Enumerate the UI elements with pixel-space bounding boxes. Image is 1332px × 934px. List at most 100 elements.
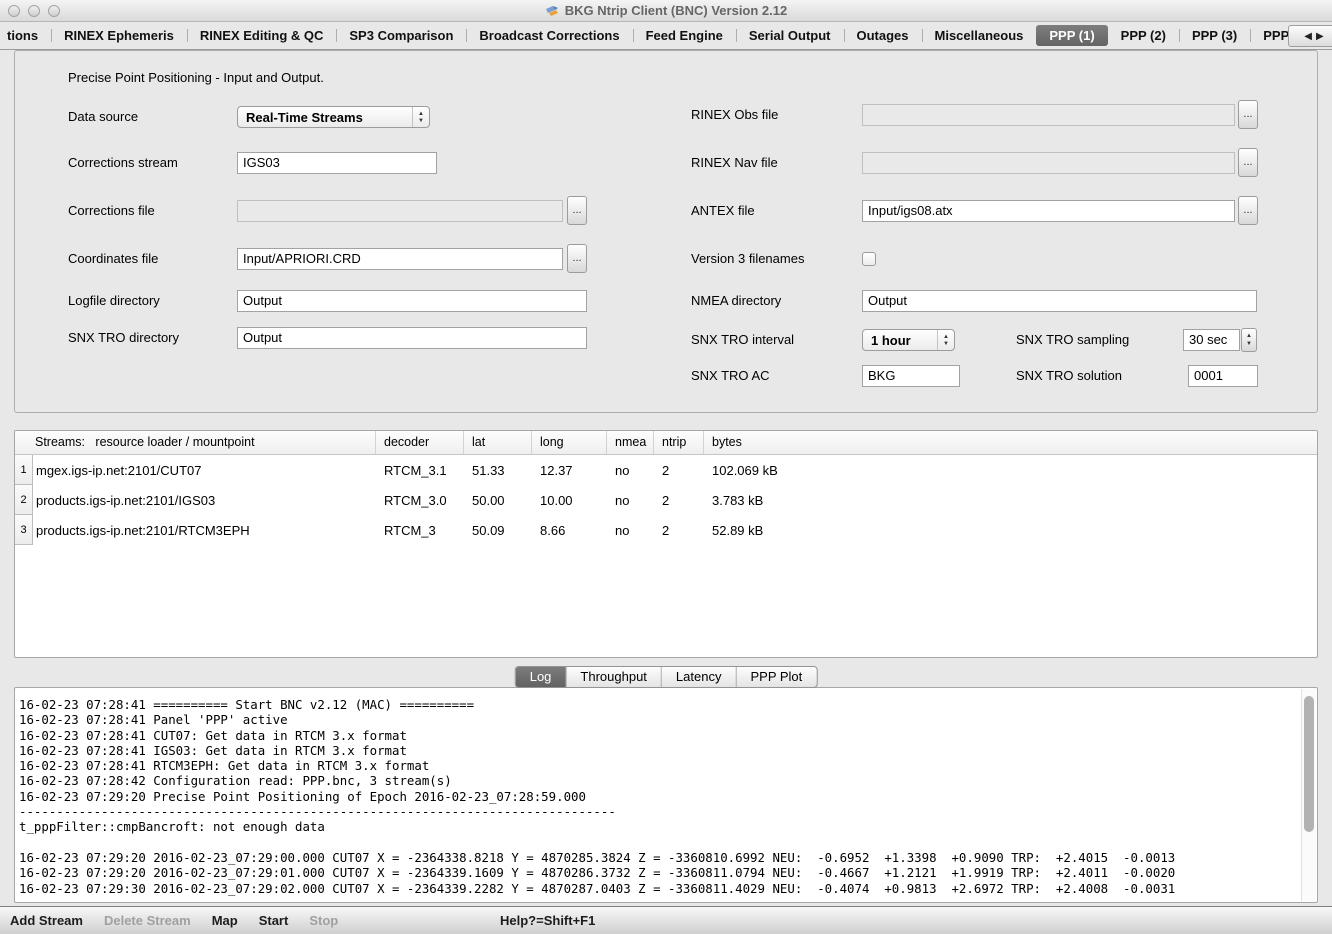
cell-nmea: no <box>607 463 654 478</box>
row-number: 1 <box>15 455 33 485</box>
snx-tro-solution-label: SNX TRO solution <box>1016 365 1122 387</box>
cell-ntrip: 2 <box>654 463 704 478</box>
snx-tro-directory-label: SNX TRO directory <box>68 327 179 349</box>
cell-lat: 50.00 <box>464 493 532 508</box>
antex-file-label: ANTEX file <box>691 200 755 222</box>
nmea-directory-input[interactable]: Output <box>862 290 1257 312</box>
column-header-bytes: bytes <box>704 431 1317 454</box>
traffic-lights <box>8 5 60 17</box>
snx-tro-solution-input[interactable]: 0001 <box>1188 365 1258 387</box>
cell-long: 10.00 <box>532 493 607 508</box>
cell-long: 12.37 <box>532 463 607 478</box>
rinex-nav-file-input[interactable] <box>862 152 1235 174</box>
window-zoom-button[interactable] <box>48 5 60 17</box>
delete-stream-button[interactable]: Delete Stream <box>104 913 191 928</box>
tab-rinex-editing-qc[interactable]: RINEX Editing & QC <box>187 25 337 46</box>
tab-feed-engine[interactable]: Feed Engine <box>633 25 736 46</box>
map-button[interactable]: Map <box>212 913 238 928</box>
snx-tro-sampling-stepper[interactable]: ▲ ▼ <box>1241 328 1257 352</box>
cell-bytes: 102.069 kB <box>704 463 1317 478</box>
corrections-file-input[interactable] <box>237 200 563 222</box>
tab-rinex-ephemeris[interactable]: RINEX Ephemeris <box>51 25 187 46</box>
cell-mountpoint: products.igs-ip.net:2101/RTCM3EPH <box>33 523 376 538</box>
stream-row[interactable]: 2 products.igs-ip.net:2101/IGS03 RTCM_3.… <box>15 485 1317 515</box>
tab-sp3-comparison[interactable]: SP3 Comparison <box>336 25 466 46</box>
tab-log[interactable]: Log <box>516 667 567 687</box>
stepper-down-icon: ▼ <box>1246 341 1252 347</box>
tab-outages[interactable]: Outages <box>844 25 922 46</box>
rinex-nav-file-browse-button[interactable]: ... <box>1238 148 1258 177</box>
cell-ntrip: 2 <box>654 523 704 538</box>
start-button[interactable]: Start <box>259 913 289 928</box>
cell-long: 8.66 <box>532 523 607 538</box>
row-number: 3 <box>15 515 33 545</box>
snx-tro-sampling-input[interactable]: 30 sec <box>1183 329 1240 351</box>
nmea-directory-label: NMEA directory <box>691 290 781 312</box>
cell-bytes: 52.89 kB <box>704 523 1317 538</box>
bottom-toolbar: Add Stream Delete Stream Map Start Stop … <box>0 905 1332 934</box>
stream-row[interactable]: 1 mgex.igs-ip.net:2101/CUT07 RTCM_3.1 51… <box>15 455 1317 485</box>
log-scrollbar-thumb[interactable] <box>1304 696 1314 832</box>
coordinates-file-browse-button[interactable]: ... <box>567 244 587 273</box>
cell-ntrip: 2 <box>654 493 704 508</box>
corrections-file-browse-button[interactable]: ... <box>567 196 587 225</box>
tab-scroll-right-icon[interactable]: ▶ <box>1316 31 1324 42</box>
snx-tro-sampling-label: SNX TRO sampling <box>1016 329 1129 351</box>
title-bar: BKG Ntrip Client (BNC) Version 2.12 <box>0 0 1332 22</box>
tab-serial-output[interactable]: Serial Output <box>736 25 844 46</box>
cell-nmea: no <box>607 493 654 508</box>
tab-miscellaneous[interactable]: Miscellaneous <box>922 25 1037 46</box>
data-source-select[interactable]: Real-Time Streams ▲▼ <box>237 106 430 128</box>
coordinates-file-label: Coordinates file <box>68 248 158 270</box>
stepper-up-icon: ▲ <box>1246 333 1252 339</box>
coordinates-file-input[interactable]: Input/APRIORI.CRD <box>237 248 563 270</box>
antex-file-input[interactable]: Input/igs08.atx <box>862 200 1235 222</box>
rinex-obs-file-browse-button[interactable]: ... <box>1238 100 1258 129</box>
stop-button[interactable]: Stop <box>309 913 338 928</box>
version3-filenames-checkbox[interactable] <box>862 252 876 266</box>
corrections-stream-input[interactable]: IGS03 <box>237 152 437 174</box>
tab-ppp-2[interactable]: PPP (2) <box>1108 25 1179 46</box>
panel-heading: Precise Point Positioning - Input and Ou… <box>68 70 324 85</box>
snx-tro-directory-input[interactable]: Output <box>237 327 587 349</box>
streams-table-header: Streams: resource loader / mountpoint de… <box>15 431 1317 455</box>
streams-table: Streams: resource loader / mountpoint de… <box>14 430 1318 658</box>
rinex-nav-file-label: RINEX Nav file <box>691 152 778 174</box>
version3-filenames-label: Version 3 filenames <box>691 248 804 270</box>
cell-decoder: RTCM_3.0 <box>376 493 464 508</box>
logfile-directory-input[interactable]: Output <box>237 290 587 312</box>
antex-file-browse-button[interactable]: ... <box>1238 196 1258 225</box>
tab-options[interactable]: tions <box>2 25 51 46</box>
tab-ppp-3[interactable]: PPP (3) <box>1179 25 1250 46</box>
cell-mountpoint: mgex.igs-ip.net:2101/CUT07 <box>33 463 376 478</box>
window-title: BKG Ntrip Client (BNC) Version 2.12 <box>565 3 787 18</box>
tab-throughput[interactable]: Throughput <box>566 667 662 687</box>
rinex-obs-file-input[interactable] <box>862 104 1235 126</box>
tab-broadcast-corrections[interactable]: Broadcast Corrections <box>466 25 632 46</box>
tab-latency[interactable]: Latency <box>662 667 737 687</box>
snx-tro-interval-label: SNX TRO interval <box>691 329 794 351</box>
snx-tro-ac-input[interactable]: BKG <box>862 365 960 387</box>
column-header-long: long <box>532 431 607 454</box>
column-header-ntrip: ntrip <box>654 431 704 454</box>
cell-lat: 50.09 <box>464 523 532 538</box>
main-tab-bar: tions RINEX Ephemeris RINEX Editing & QC… <box>0 22 1332 50</box>
tab-ppp-1[interactable]: PPP (1) <box>1036 25 1107 46</box>
window-minimize-button[interactable] <box>28 5 40 17</box>
add-stream-button[interactable]: Add Stream <box>10 913 83 928</box>
window-close-button[interactable] <box>8 5 20 17</box>
snx-tro-interval-select[interactable]: 1 hour ▲▼ <box>862 329 955 351</box>
corrections-stream-label: Corrections stream <box>68 152 178 174</box>
log-tab-bar: Log Throughput Latency PPP Plot <box>515 666 818 688</box>
cell-decoder: RTCM_3.1 <box>376 463 464 478</box>
rinex-obs-file-label: RINEX Obs file <box>691 104 778 126</box>
column-header-nmea: nmea <box>607 431 654 454</box>
stream-row[interactable]: 3 products.igs-ip.net:2101/RTCM3EPH RTCM… <box>15 515 1317 545</box>
tab-ppp-plot[interactable]: PPP Plot <box>736 667 816 687</box>
tab-scroll-left-icon[interactable]: ◀ <box>1304 31 1312 42</box>
help-hint: Help?=Shift+F1 <box>500 906 595 934</box>
app-window: BKG Ntrip Client (BNC) Version 2.12 tion… <box>0 0 1332 934</box>
combo-stepper-icon: ▲▼ <box>937 330 954 350</box>
log-scrollbar[interactable] <box>1301 689 1316 901</box>
tab-scroll-buttons: ◀ ▶ <box>1288 25 1332 47</box>
